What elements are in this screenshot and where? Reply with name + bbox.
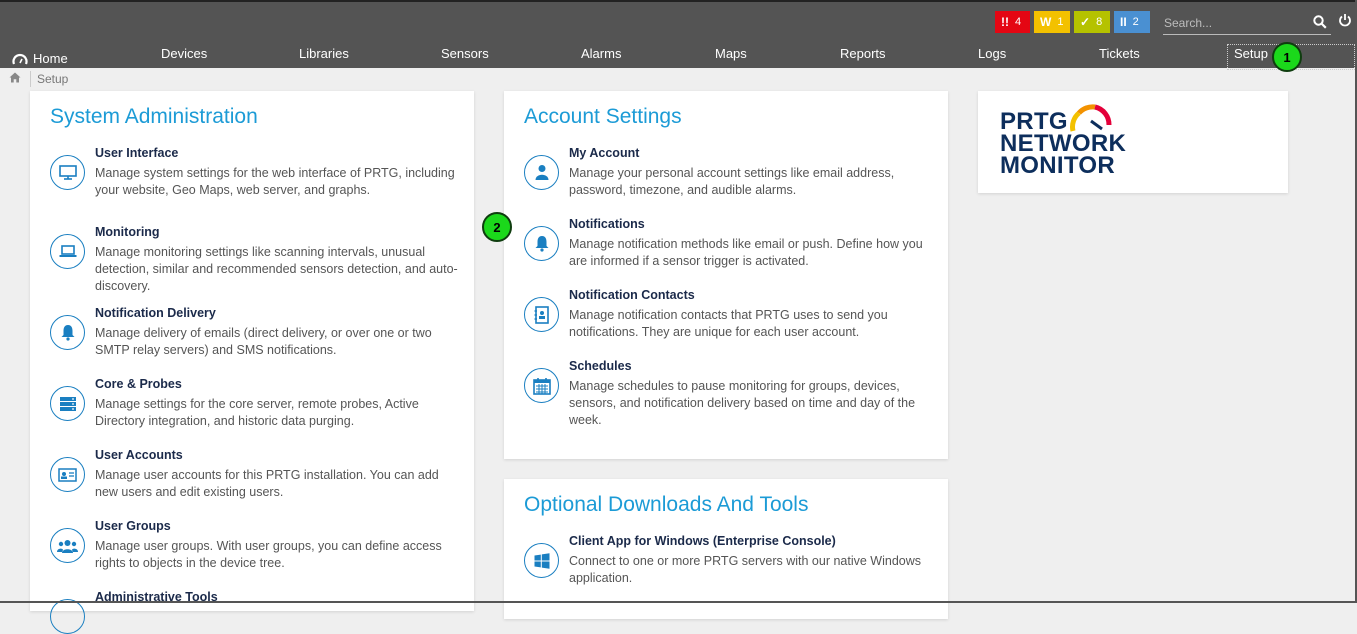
nav-alarms[interactable]: Alarms [581, 44, 621, 68]
setting-description: Connect to one or more PRTG servers with… [569, 554, 921, 585]
gauge-logo-icon [1070, 104, 1112, 132]
breadcrumb-current: Setup [37, 72, 69, 86]
setting-description: Manage your personal account settings li… [569, 166, 895, 197]
laptop-icon [50, 234, 85, 269]
setting-description: Manage settings for the core server, rem… [95, 397, 419, 428]
setting-description: Manage delivery of emails (direct delive… [95, 326, 432, 357]
nav-maps[interactable]: Maps [715, 44, 747, 68]
server-icon [50, 386, 85, 421]
nav-tickets[interactable]: Tickets [1099, 44, 1140, 68]
address-book-icon [524, 297, 559, 332]
setting-title[interactable]: User Groups [95, 519, 171, 533]
breadcrumb-divider [30, 71, 31, 87]
setting-title[interactable]: Core & Probes [95, 377, 182, 391]
warning-icon: W [1040, 15, 1052, 29]
check-icon: ✓ [1080, 15, 1091, 29]
logout-power-icon[interactable] [1338, 13, 1352, 32]
setting-title[interactable]: User Accounts [95, 448, 183, 462]
bell-icon [50, 315, 85, 350]
tools-icon [50, 599, 85, 634]
nav-sensors[interactable]: Sensors [441, 44, 489, 68]
setting-description: Manage user accounts for this PRTG insta… [95, 468, 439, 499]
pause-icon: II [1120, 15, 1127, 29]
search-icon[interactable] [1313, 15, 1327, 34]
nav-libraries[interactable]: Libraries [299, 44, 349, 68]
breadcrumb: Setup [0, 68, 1357, 90]
setting-description: Manage user groups. With user groups, yo… [95, 539, 442, 570]
calendar-icon [524, 368, 559, 403]
nav-logs[interactable]: Logs [978, 44, 1006, 68]
top-bar: !!4 W1 ✓8 II2 Home Devices Libraries Sen… [0, 0, 1357, 70]
gauge-icon [12, 53, 28, 65]
logo-card: PRTG NETWORK MONITOR [978, 91, 1288, 193]
setting-title[interactable]: Notification Delivery [95, 306, 216, 320]
setting-title[interactable]: Notification Contacts [569, 288, 695, 302]
account-settings-card: Account Settings My Account Manage your … [504, 91, 948, 459]
step-marker-2: 2 [482, 212, 512, 242]
setting-description: Manage notification methods like email o… [569, 237, 923, 268]
nav-reports[interactable]: Reports [840, 44, 886, 68]
status-badge-up[interactable]: ✓ 8 [1074, 11, 1110, 33]
badge-count: 1 [1057, 16, 1064, 28]
alert-icon: !! [1001, 15, 1009, 29]
nav-devices[interactable]: Devices [161, 44, 207, 68]
card-title: Account Settings [524, 105, 682, 128]
nav-home-label: Home [33, 51, 68, 66]
windows-icon [524, 543, 559, 578]
setting-description: Manage system settings for the web inter… [95, 166, 455, 197]
setting-description: Manage schedules to pause monitoring for… [569, 379, 916, 427]
user-icon [524, 155, 559, 190]
card-title: Optional Downloads And Tools [524, 493, 809, 516]
setting-title[interactable]: Monitoring [95, 225, 160, 239]
setting-description: Manage notification contacts that PRTG u… [569, 308, 888, 339]
optional-downloads-card: Optional Downloads And Tools Client App … [504, 479, 948, 619]
setting-title[interactable]: User Interface [95, 146, 178, 160]
card-title: System Administration [50, 105, 258, 128]
setting-title[interactable]: My Account [569, 146, 639, 160]
bell-icon [524, 226, 559, 261]
home-icon[interactable] [9, 72, 21, 86]
main-nav: Home Devices Libraries Sensors Alarms Ma… [0, 44, 1357, 70]
id-card-icon [50, 457, 85, 492]
setting-title[interactable]: Client App for Windows (Enterprise Conso… [569, 534, 836, 548]
search-input[interactable] [1163, 14, 1304, 30]
system-administration-card: System Administration User Interface Man… [30, 91, 474, 634]
monitor-icon [50, 155, 85, 190]
setting-title[interactable]: Notifications [569, 217, 645, 231]
badge-count: 8 [1096, 16, 1103, 28]
status-badges: !! 4 W1 ✓ 8 II 2 [995, 11, 1150, 33]
badge-count: 2 [1132, 16, 1139, 28]
status-badge-warning[interactable]: W1 [1034, 11, 1070, 33]
status-badge-down[interactable]: !! 4 [995, 11, 1030, 33]
status-badge-paused[interactable]: II 2 [1114, 11, 1150, 33]
setting-title[interactable]: Schedules [569, 359, 632, 373]
badge-count: 4 [1015, 16, 1022, 28]
logo-line-3: MONITOR [1000, 152, 1115, 179]
search-box [1163, 14, 1331, 35]
users-icon [50, 528, 85, 563]
setting-description: Manage monitoring settings like scanning… [95, 245, 458, 293]
